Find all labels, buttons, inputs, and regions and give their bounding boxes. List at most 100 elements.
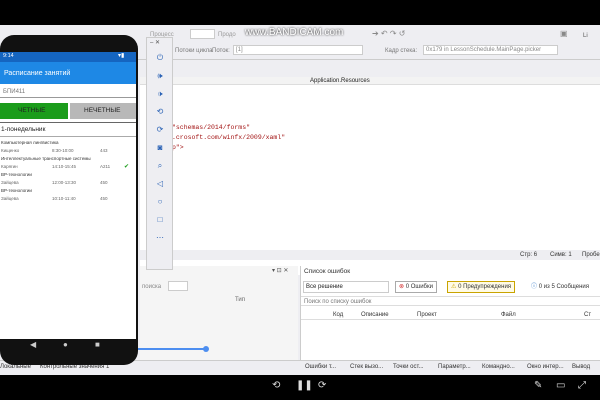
lesson-teacher: Зайцева	[1, 180, 19, 185]
code-editor[interactable]: "schemas/2014/forms" .crosoft.com/winfx/…	[140, 85, 600, 275]
toolbar-misc-icon[interactable]: ▣	[560, 30, 568, 38]
warnings-filter-button[interactable]: ⚠ 0 Предупреждения	[447, 281, 516, 293]
column-line[interactable]: Ст	[584, 312, 591, 318]
error-icon: ⊗	[399, 284, 405, 290]
even-week-label: ЧЕТНЫЕ	[18, 107, 46, 114]
column-file[interactable]: Файл	[501, 312, 516, 318]
power-icon[interactable]: ⏻	[151, 52, 169, 64]
editor-member-combo[interactable]: Application.Resources	[310, 78, 370, 84]
stack-frame-combo[interactable]: 0x179 in LessonSchedule.MainPage.picker	[423, 45, 558, 55]
tab-output[interactable]: Вывод	[572, 364, 590, 370]
divider	[0, 122, 136, 123]
android-emulator-device: 9:14 ▾▮ Расписание занятий БПИ411 ЧЕТНЫЕ…	[0, 35, 138, 365]
pen-icon[interactable]: ✎	[534, 381, 542, 391]
signal-icon: ▾▮	[118, 53, 125, 59]
search-depth-combo[interactable]	[168, 281, 188, 291]
lesson-subject: Интеллектуальные транспортные системы	[1, 156, 91, 161]
lesson-room: 450	[100, 196, 108, 201]
group-input[interactable]: БПИ411	[0, 86, 136, 98]
editor-navbar: Application.Resources	[140, 77, 600, 85]
tab-exception-settings[interactable]: Ошибки т...	[305, 364, 336, 370]
visual-studio-window: Продо Процесс Потоки цикла Поток: [1] Ка…	[0, 25, 600, 375]
list-item[interactable]: Интеллектуальные транспортные системы Ка…	[0, 156, 136, 172]
list-item[interactable]: Компьютерная лингвистика Кищенко 8:30-10…	[0, 140, 136, 156]
errors-filter-label: 0 Ошибки	[405, 284, 433, 290]
rotate-left-icon[interactable]: ⟲	[151, 106, 169, 118]
lesson-teacher: Зайцева	[1, 196, 19, 201]
progress-knob[interactable]	[203, 346, 209, 352]
locals-search-label: поиска	[142, 284, 162, 290]
error-scope-combo[interactable]: Все решение	[303, 281, 389, 293]
nav-overview-icon[interactable]: ■	[95, 341, 100, 349]
panel-controls-icon[interactable]: ▾ ⊡ ✕	[272, 268, 288, 274]
check-icon: ✔	[124, 164, 130, 170]
recording-frame: www.BANDICAM.com Продо Процесс Потоки ци…	[0, 0, 600, 400]
back-icon[interactable]: ◁	[151, 178, 169, 190]
column-project[interactable]: Проект	[417, 312, 437, 318]
live-share-icon[interactable]: Li	[583, 33, 588, 39]
video-player-controls: ⟲ ❚❚ ⟳ ✎ ▭ ⤢	[0, 375, 600, 400]
divider	[0, 136, 136, 137]
char-indicator: Симв: 1	[550, 252, 572, 258]
tab-command[interactable]: Командно...	[482, 364, 515, 370]
thread-combo[interactable]: [1]	[233, 45, 363, 55]
editor-status-bar: Стр: 6 Симв: 1 Пробе	[140, 250, 600, 260]
column-description[interactable]: Описание	[361, 312, 389, 318]
camera-icon[interactable]: ◙	[151, 142, 169, 154]
even-week-button[interactable]: ЧЕТНЫЕ	[0, 103, 68, 119]
bandicam-watermark: www.BANDICAM.com	[245, 27, 344, 38]
app-title: Расписание занятий	[4, 70, 71, 77]
odd-week-label: НЕЧЕТНЫЕ	[84, 107, 121, 114]
error-list-header: Код Описание Проект Файл Ст	[301, 310, 600, 320]
phone-screen[interactable]: 9:14 ▾▮ Расписание занятий БПИ411 ЧЕТНЫЕ…	[0, 52, 136, 339]
android-status-bar: 9:14 ▾▮	[0, 52, 136, 62]
locals-column-type: Тип	[235, 297, 246, 303]
app-bar: Расписание занятий	[0, 62, 136, 84]
column-code[interactable]: Код	[333, 312, 343, 318]
nav-home-icon[interactable]: ●	[63, 341, 68, 349]
status-time: 9:14	[3, 53, 14, 59]
lesson-time: 14:10-15:45	[52, 164, 77, 169]
list-item[interactable]: ВР-технологии Зайцева 10:10-11:40 450	[0, 188, 136, 204]
pause-icon[interactable]: ❚❚	[296, 381, 313, 391]
miniplayer-icon[interactable]: ▭	[556, 381, 565, 391]
lesson-room: 443	[100, 148, 108, 153]
lesson-room: 450	[100, 180, 108, 185]
lesson-subject: ВР-технологии	[1, 188, 32, 193]
lesson-room: А211	[100, 164, 111, 169]
process-combo[interactable]	[190, 29, 215, 39]
lesson-subject: Компьютерная лингвистика	[1, 140, 59, 145]
forward-10-icon[interactable]: ⟳	[318, 381, 326, 391]
warnings-filter-label: 0 Предупреждения	[458, 284, 512, 290]
spaces-indicator: Пробе	[582, 252, 600, 258]
rewind-10-icon[interactable]: ⟲	[272, 381, 280, 391]
rotate-right-icon[interactable]: ⟳	[151, 124, 169, 136]
nav-back-icon[interactable]: ◀	[30, 341, 36, 349]
code-line-3: p">	[172, 144, 184, 151]
error-search-input[interactable]: Поиск по списку ошибок	[301, 296, 600, 306]
emulator-minimize-icon[interactable]: – ✕	[150, 40, 160, 46]
tab-call-stack[interactable]: Стек вызо...	[350, 364, 383, 370]
overview-icon[interactable]: □	[151, 214, 169, 226]
step-icon[interactable]: ➔ ↶ ↷ ↺	[372, 30, 405, 38]
emulator-toolbar: – ✕ ⏻ 🕪 🕩 ⟲ ⟳ ◙ ⌕ ◁ ○ □ ⋯	[146, 37, 173, 270]
fullscreen-icon[interactable]: ⤢	[578, 381, 586, 391]
error-search-placeholder: Поиск по списку ошибок	[304, 299, 372, 305]
lesson-teacher: Кищенко	[1, 148, 20, 153]
zoom-icon[interactable]: ⌕	[151, 160, 169, 172]
home-icon[interactable]: ○	[151, 196, 169, 208]
tab-breakpoints[interactable]: Точки ост...	[393, 364, 424, 370]
tab-interactive[interactable]: Окно интер...	[527, 364, 564, 370]
more-icon[interactable]: ⋯	[151, 232, 169, 244]
volume-up-icon[interactable]: 🕪	[151, 70, 169, 82]
line-indicator: Стр: 6	[520, 252, 538, 258]
odd-week-button[interactable]: НЕЧЕТНЫЕ	[70, 103, 136, 119]
locals-panel: ▾ ⊡ ✕ поиска Тип	[140, 266, 298, 375]
tab-parameters[interactable]: Параметр...	[438, 364, 471, 370]
volume-down-icon[interactable]: 🕩	[151, 88, 169, 100]
errors-filter-button[interactable]: ⊗ 0 Ошибки	[395, 281, 437, 293]
error-list-title: Список ошибок	[304, 268, 351, 275]
warning-icon: ⚠	[451, 284, 457, 290]
messages-filter-button[interactable]: ⓘ 0 из 5 Сообщения	[527, 281, 593, 293]
list-item[interactable]: ВР-технологии Зайцева 12:00-13:30 450	[0, 172, 136, 188]
